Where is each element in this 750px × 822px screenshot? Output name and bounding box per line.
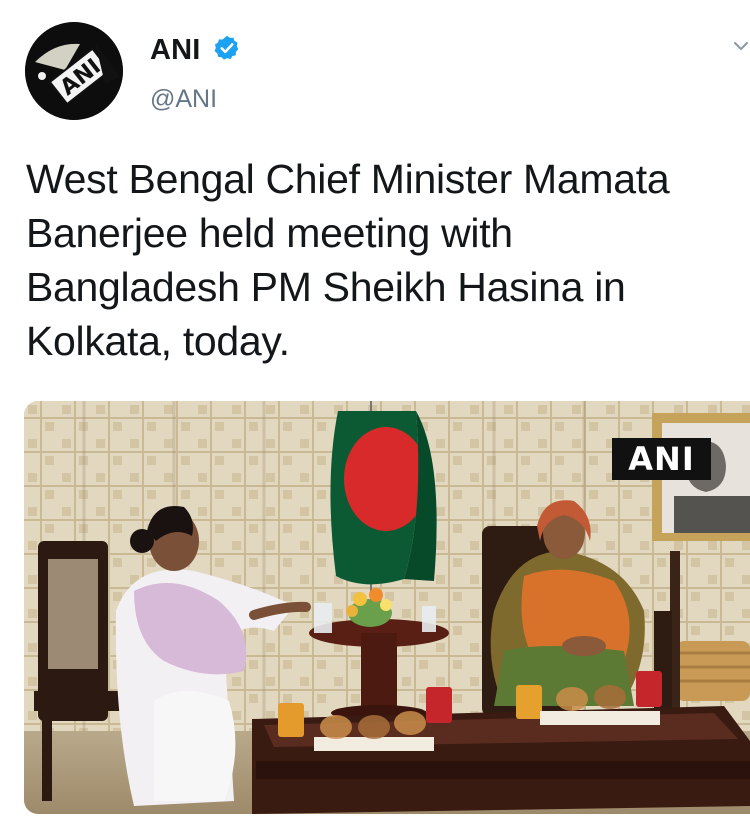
tweet-text-line: Kolkata, today.: [26, 318, 290, 364]
tweet-card[interactable]: ANI ANI @ANI West Bengal Chief Minister …: [0, 0, 750, 822]
author-name[interactable]: ANI: [150, 34, 201, 67]
verified-badge-icon: [214, 35, 239, 60]
ani-watermark: ANI: [612, 438, 711, 480]
tweet-text-line: Bangladesh PM Sheikh Hasina in: [26, 264, 626, 310]
tweet-text-line: West Bengal Chief Minister Mamata: [26, 156, 670, 202]
author-avatar[interactable]: ANI: [25, 22, 123, 120]
tweet-text-line: Banerjee held meeting with: [26, 210, 513, 256]
author-handle[interactable]: @ANI: [150, 85, 217, 114]
ani-logo-icon: ANI: [25, 22, 123, 120]
chevron-down-icon[interactable]: [733, 38, 749, 54]
tweet-text: West Bengal Chief Minister Mamata Banerj…: [26, 152, 726, 368]
